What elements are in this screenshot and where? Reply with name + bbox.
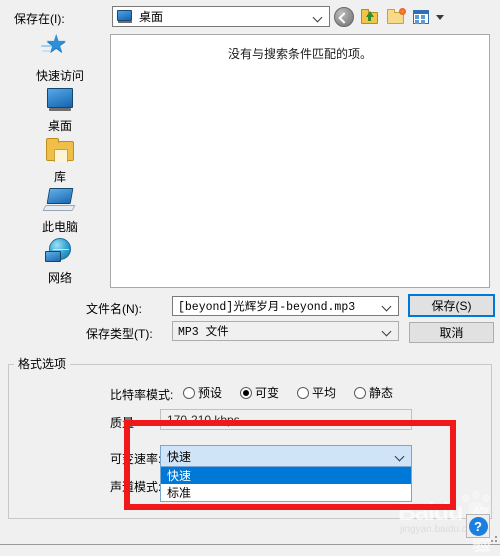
globe-icon — [43, 237, 77, 268]
sidebar-item-quick-access[interactable]: ★ 快速访问 — [18, 32, 102, 84]
file-list-panel[interactable]: 没有与搜索条件匹配的项。 — [110, 34, 490, 288]
radio-label: 可变 — [255, 386, 280, 400]
quality-value: 170-210 kbps — [167, 412, 240, 427]
filetype-combobox[interactable]: MP3 文件 — [172, 321, 399, 341]
places-sidebar: ★ 快速访问 桌面 库 此电脑 网络 — [18, 32, 102, 286]
location-combobox[interactable]: 桌面 — [112, 6, 330, 27]
toolbar-icon-group — [334, 6, 444, 28]
save-in-label: 保存在(I): — [14, 12, 65, 26]
watermark-brand: Baidu — [398, 498, 463, 526]
radio-average[interactable]: 平均 — [297, 384, 336, 401]
quality-label: 质量 — [110, 416, 135, 430]
radio-preset[interactable]: 预设 — [183, 384, 222, 401]
empty-state-message: 没有与搜索条件匹配的项。 — [227, 47, 372, 61]
monitor-icon — [43, 86, 77, 116]
sidebar-item-label: 快速访问 — [35, 69, 84, 83]
radio-indicator — [297, 386, 310, 399]
dialog-toolbar: 保存在(I): 桌面 — [0, 0, 500, 32]
bitrate-mode-label: 比特率模式: — [110, 388, 174, 402]
vbr-dropdown-list[interactable]: 快速 标准 — [160, 466, 412, 502]
folder-icon — [43, 137, 77, 167]
radio-constant[interactable]: 静态 — [354, 384, 393, 401]
chevron-down-icon[interactable] — [396, 453, 404, 458]
views-icon[interactable] — [412, 7, 432, 27]
star-icon: ★ — [41, 32, 77, 66]
radio-indicator — [354, 386, 367, 399]
new-folder-icon[interactable] — [386, 7, 406, 27]
monitor-icon — [117, 9, 133, 24]
radio-label: 平均 — [312, 386, 337, 400]
views-dropdown-caret-icon[interactable] — [436, 14, 444, 20]
vbr-combobox[interactable]: 快速 — [160, 445, 412, 467]
save-as-dialog: 保存在(I): 桌面 ★ 快速访问 桌面 库 此电脑 网络 没有与搜索条件匹配的… — [0, 0, 500, 555]
help-button[interactable]: ? — [466, 514, 490, 538]
computer-icon — [42, 187, 77, 217]
radio-indicator — [183, 386, 195, 399]
sidebar-item-label: 库 — [53, 169, 66, 184]
filename-input[interactable]: [beyond]光辉岁月-beyond.mp3 — [172, 296, 399, 316]
sidebar-item-network[interactable]: 网络 — [18, 237, 102, 286]
vbr-label: 可变速率: — [110, 452, 162, 466]
radio-label: 静态 — [369, 386, 394, 400]
save-button[interactable]: 保存(S) — [408, 294, 495, 317]
bitrate-mode-radio-group: 预设 可变 平均 静态 — [183, 384, 393, 401]
filetype-label: 保存类型(T): — [86, 327, 153, 341]
sidebar-item-label: 此电脑 — [41, 220, 78, 235]
radio-indicator-selected — [240, 386, 253, 399]
chevron-down-icon — [314, 14, 322, 19]
resize-grip[interactable] — [488, 533, 497, 542]
up-folder-icon[interactable] — [360, 7, 380, 27]
vbr-option-fast[interactable]: 快速 — [161, 467, 411, 484]
help-icon: ? — [468, 516, 488, 536]
vbr-option-standard[interactable]: 标准 — [161, 484, 411, 501]
chevron-down-icon[interactable] — [383, 328, 391, 333]
filename-value: [beyond]光辉岁月-beyond.mp3 — [178, 301, 356, 314]
channel-mode-label: 声道模式: — [110, 480, 162, 494]
sidebar-item-label: 桌面 — [47, 119, 72, 134]
sidebar-item-desktop[interactable]: 桌面 — [18, 86, 102, 134]
sidebar-item-label: 网络 — [47, 270, 72, 285]
chevron-down-icon[interactable] — [396, 417, 404, 422]
vbr-value: 快速 — [167, 449, 192, 464]
sidebar-item-library[interactable]: 库 — [18, 137, 102, 185]
chevron-down-icon[interactable] — [383, 303, 391, 308]
back-icon[interactable] — [334, 7, 354, 27]
sidebar-item-this-pc[interactable]: 此电脑 — [18, 187, 102, 235]
filetype-value: MP3 文件 — [178, 326, 229, 339]
location-value: 桌面 — [139, 10, 164, 24]
quality-combobox[interactable]: 170-210 kbps — [160, 409, 412, 430]
radio-variable[interactable]: 可变 — [240, 384, 279, 401]
cancel-button[interactable]: 取消 — [409, 322, 494, 343]
radio-label: 预设 — [198, 386, 223, 400]
filename-label: 文件名(N): — [86, 302, 142, 316]
format-options-title: 格式选项 — [14, 355, 71, 372]
